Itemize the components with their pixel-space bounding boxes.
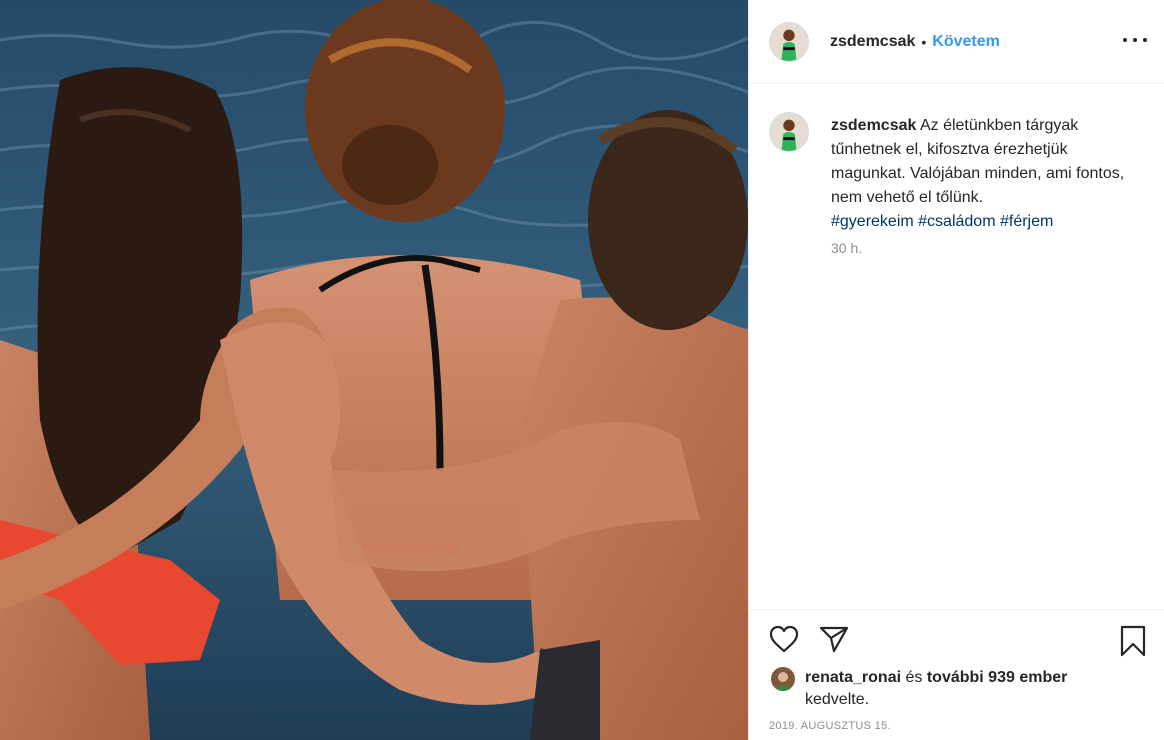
avatar-image [770,22,808,61]
post-actions: renata_ronai és további 939 ember kedvel… [749,609,1164,740]
dot-3 [1143,38,1147,42]
avatar-image [770,113,808,151]
liker-avatar-image [771,667,795,691]
post-photo[interactable] [0,0,748,740]
caption-time-ago: 30 h. [831,240,863,256]
more-options-icon[interactable] [1123,30,1147,50]
likes-suffix: kedvelte. [805,691,870,708]
follow-button[interactable]: Követem [932,33,1000,51]
caption-avatar[interactable] [769,112,809,152]
liker-username[interactable]: renata_ronai [805,669,901,686]
hashtag-csaladom[interactable]: #családom [918,213,995,230]
author-avatar[interactable] [769,21,809,62]
likes-summary: renata_ronai és további 939 ember kedvel… [771,667,1105,711]
likes-text: renata_ronai és további 939 ember kedvel… [805,667,1105,711]
dot-2 [1133,38,1137,42]
author-username[interactable]: zsdemcsak [830,33,915,51]
separator-dot: • [921,33,927,50]
post-side-panel: zsdemcsak • Követem zsdemcsak Az életünk… [748,0,1164,740]
likes-others-link[interactable]: további 939 ember [927,669,1068,686]
post-caption: zsdemcsak Az életünkben tárgyak tűnhetne… [769,112,1149,234]
dot-1 [1123,38,1127,42]
hashtag-ferjem[interactable]: #férjem [1000,213,1053,230]
beach-family-photo [0,0,748,740]
paper-plane-icon[interactable] [819,625,849,653]
liker-avatar[interactable] [771,667,795,691]
heart-icon[interactable] [769,625,799,653]
post-header: zsdemcsak • Követem [749,0,1164,84]
likes-connector: és [901,669,927,686]
post-date[interactable]: 2019. AUGUSZTUS 15. [769,720,891,732]
hashtag-gyerekeim[interactable]: #gyerekeim [831,213,914,230]
caption-text: zsdemcsak Az életünkben tárgyak tűnhetne… [831,114,1131,234]
caption-username[interactable]: zsdemcsak [831,117,916,134]
bookmark-icon[interactable] [1119,625,1147,657]
instagram-post: zsdemcsak • Követem zsdemcsak Az életünk… [0,0,1164,740]
